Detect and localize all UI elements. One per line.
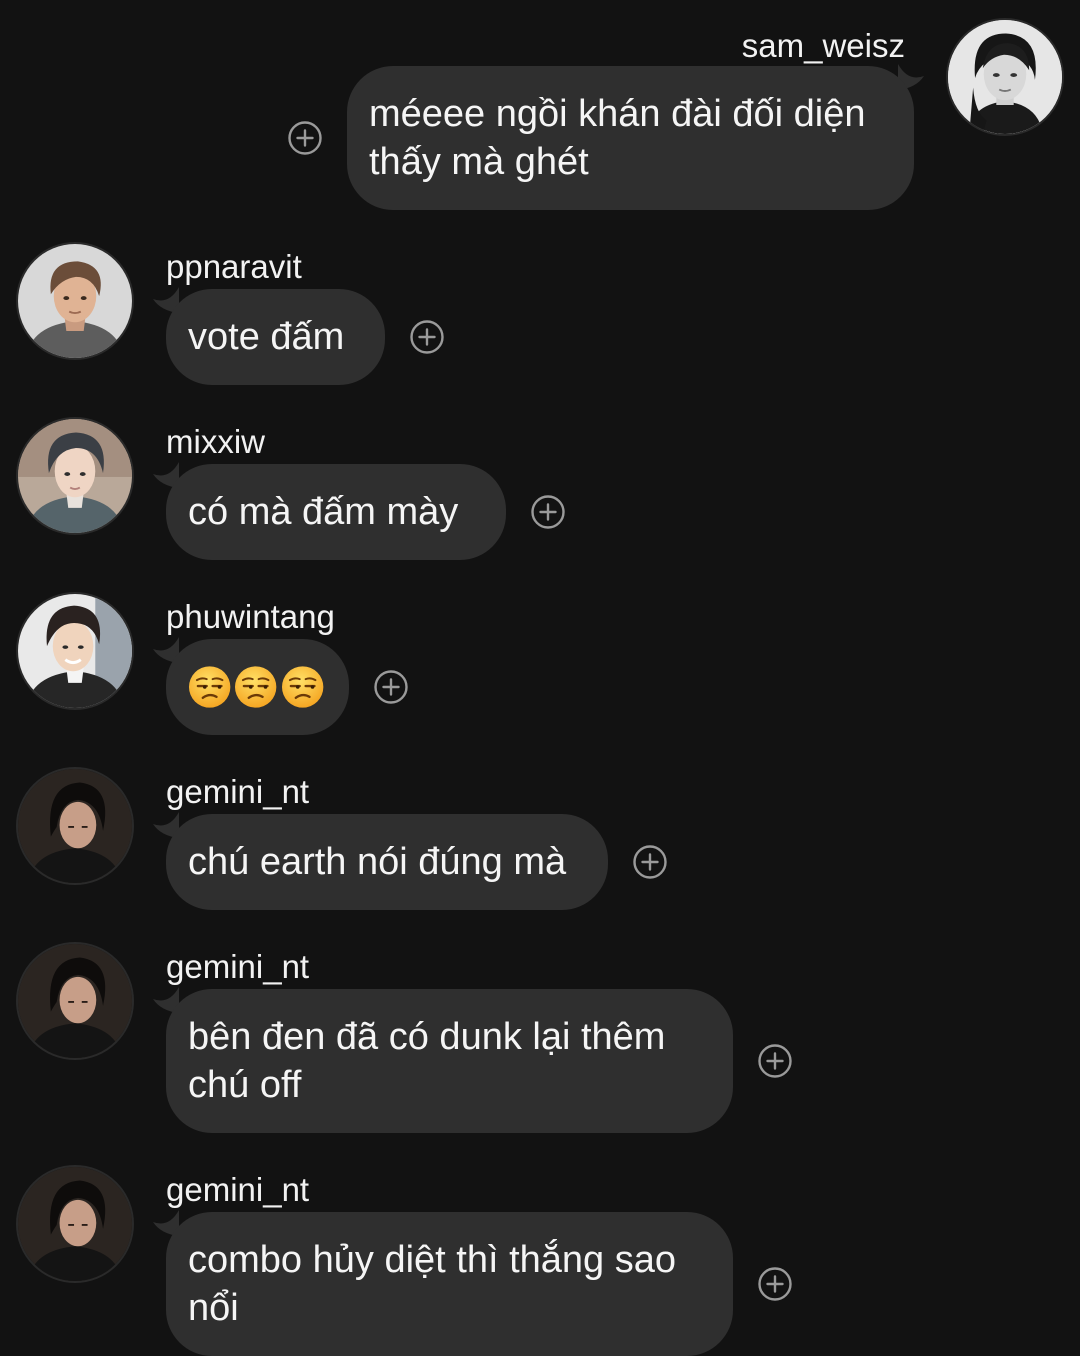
message-row: sam_weisz méeee ngồi khán đài đối diện t…: [0, 0, 1080, 215]
message-text: méeee ngồi khán đài đối diện thấy mà ghé…: [369, 93, 866, 183]
message-row: ppnaravit vote đấm: [0, 235, 1080, 395]
message-bubble[interactable]: méeee ngồi khán đài đối diện thấy mà ghé…: [347, 66, 914, 210]
message-bubble[interactable]: bên đen đã có dunk lại thêm chú off: [166, 989, 733, 1133]
message-row: gemini_nt bên đen đã có dunk lại thêm ch…: [0, 935, 1080, 1140]
unamused-face-emoji: [234, 665, 277, 709]
message-text: có mà đấm mày: [188, 491, 459, 533]
message-text: vote đấm: [188, 316, 345, 358]
message-username[interactable]: ppnaravit: [166, 247, 302, 287]
avatar[interactable]: [16, 592, 134, 710]
unamused-face-emoji: [281, 665, 324, 709]
add-reaction-icon[interactable]: [373, 669, 409, 705]
add-reaction-icon[interactable]: [757, 1266, 793, 1302]
message-text: chú earth nói đúng mà: [188, 841, 567, 883]
message-username[interactable]: gemini_nt: [166, 1170, 309, 1210]
message-text: combo hủy diệt thì thắng sao nổi: [188, 1239, 676, 1329]
add-reaction-icon[interactable]: [287, 120, 323, 156]
avatar[interactable]: [16, 767, 134, 885]
add-reaction-icon[interactable]: [632, 844, 668, 880]
message-username[interactable]: gemini_nt: [166, 772, 309, 812]
avatar[interactable]: [16, 942, 134, 1060]
avatar[interactable]: [16, 242, 134, 360]
message-username[interactable]: phuwintang: [166, 597, 335, 637]
add-reaction-icon[interactable]: [409, 319, 445, 355]
unamused-face-emoji: [188, 665, 231, 709]
avatar[interactable]: [946, 18, 1064, 136]
message-username[interactable]: sam_weisz: [742, 26, 905, 66]
message-row: mixxiw có mà đấm mày: [0, 410, 1080, 570]
avatar[interactable]: [16, 1165, 134, 1283]
message-text: bên đen đã có dunk lại thêm chú off: [188, 1016, 666, 1106]
add-reaction-icon[interactable]: [530, 494, 566, 530]
message-bubble[interactable]: vote đấm: [166, 289, 385, 385]
avatar[interactable]: [16, 417, 134, 535]
message-username[interactable]: mixxiw: [166, 422, 265, 462]
message-username[interactable]: gemini_nt: [166, 947, 309, 987]
message-row: gemini_nt chú earth nói đúng mà: [0, 760, 1080, 920]
add-reaction-icon[interactable]: [757, 1043, 793, 1079]
message-bubble[interactable]: chú earth nói đúng mà: [166, 814, 608, 910]
message-bubble[interactable]: 😒😒😒: [166, 639, 349, 735]
message-row: gemini_nt combo hủy diệt thì thắng sao n…: [0, 1158, 1080, 1356]
message-row: phuwintang 😒😒😒: [0, 585, 1080, 745]
message-bubble[interactable]: combo hủy diệt thì thắng sao nổi: [166, 1212, 733, 1356]
message-bubble[interactable]: có mà đấm mày: [166, 464, 506, 560]
